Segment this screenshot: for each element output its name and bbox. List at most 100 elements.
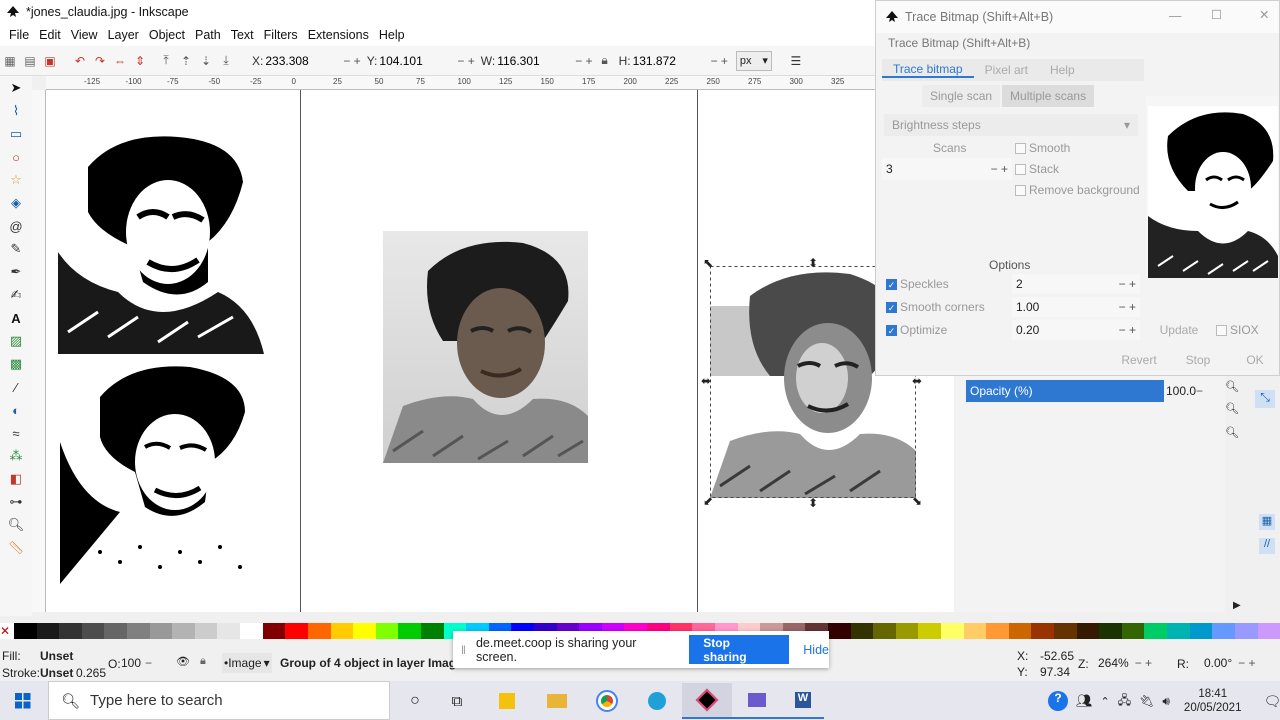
- h-field[interactable]: [630, 50, 709, 71]
- selector-tool-icon[interactable]: ➤: [5, 77, 27, 99]
- selection-handle-w[interactable]: ⬌: [701, 374, 711, 388]
- color-swatch[interactable]: [1234, 623, 1258, 639]
- scans-field[interactable]: 3 − +: [882, 158, 1012, 180]
- tab-trace-bitmap[interactable]: Trace bitmap: [882, 62, 974, 78]
- hide-button[interactable]: Hide: [803, 643, 829, 657]
- stroke-value[interactable]: Unset: [40, 666, 73, 680]
- color-swatch[interactable]: [127, 623, 150, 639]
- inkscape-second-icon[interactable]: [732, 683, 782, 719]
- scans-stepper[interactable]: − +: [991, 162, 1008, 176]
- w-field[interactable]: [495, 50, 574, 71]
- eye-icon[interactable]: 👁︎: [176, 655, 190, 668]
- paint-bucket-tool-icon[interactable]: ◐: [5, 399, 27, 421]
- node-tool-icon[interactable]: ⌇: [5, 100, 27, 122]
- lock-icon[interactable]: 🔒︎: [595, 51, 615, 71]
- flip-horizontal-icon[interactable]: ⇔: [110, 51, 130, 71]
- smooth-corners-check[interactable]: ✓: [886, 301, 897, 313]
- color-swatch[interactable]: [14, 623, 37, 639]
- tab-help[interactable]: Help: [1039, 63, 1086, 77]
- rectangle-tool-icon[interactable]: ▭: [5, 123, 27, 145]
- connector-tool-icon[interactable]: ⊶: [5, 491, 27, 513]
- color-swatch[interactable]: [827, 623, 851, 639]
- spray-tool-icon[interactable]: ⁂: [5, 445, 27, 467]
- multiple-scans-button[interactable]: Multiple scans: [1002, 85, 1095, 107]
- color-swatch[interactable]: [1212, 623, 1235, 639]
- snap-toggle-icon[interactable]: ⤡: [1255, 390, 1275, 408]
- color-swatch[interactable]: [940, 623, 964, 639]
- update-button[interactable]: Update: [1152, 318, 1206, 342]
- color-swatch[interactable]: [1189, 623, 1213, 639]
- maximize-icon[interactable]: ☐: [1211, 7, 1222, 22]
- zoom-drawing-icon[interactable]: 🔍︎: [1225, 402, 1239, 415]
- snap-grid-icon[interactable]: ▦: [1259, 514, 1275, 530]
- volume-icon[interactable]: 🔊︎: [1162, 694, 1170, 709]
- color-swatch[interactable]: [1099, 623, 1122, 639]
- speckles-field[interactable]: 2 − +: [1012, 274, 1140, 294]
- stop-button[interactable]: Stop: [1172, 348, 1224, 372]
- zoom-field[interactable]: 264% − +: [1098, 653, 1168, 673]
- horizontal-ruler[interactable]: -125 -100 -75 -50 -25 0 25 50 75 100 125 150 175 200 2…: [46, 76, 876, 90]
- y-field[interactable]: [377, 50, 456, 71]
- menu-filters[interactable]: Filters: [259, 28, 303, 42]
- optimize-stepper[interactable]: − +: [1119, 323, 1136, 337]
- scroll-right-icon[interactable]: ▶: [1233, 600, 1241, 611]
- color-swatch[interactable]: [986, 623, 1009, 639]
- snap-guide-icon[interactable]: //: [1259, 538, 1275, 554]
- rotate-stepper[interactable]: − +: [1238, 656, 1255, 670]
- remove-background-checkbox[interactable]: Remove background: [1015, 183, 1140, 197]
- gradient-tool-icon[interactable]: ▨: [5, 330, 27, 352]
- color-swatch[interactable]: [850, 623, 874, 639]
- color-swatch[interactable]: [1121, 623, 1145, 639]
- 3d-box-tool-icon[interactable]: ◈: [5, 192, 27, 214]
- w-stepper[interactable]: − +: [575, 54, 592, 68]
- color-swatch[interactable]: [353, 623, 376, 639]
- toolbar-overflow-icon[interactable]: ☰: [786, 51, 806, 71]
- menu-text[interactable]: Text: [226, 28, 259, 42]
- color-swatch[interactable]: [1031, 623, 1055, 639]
- rotate-field[interactable]: 0.00° − +: [1204, 653, 1276, 673]
- raise-icon[interactable]: ⇡: [176, 51, 196, 71]
- selection-handle-n[interactable]: ⬍: [808, 256, 818, 270]
- selection-handle-sw[interactable]: ⬋: [703, 494, 713, 508]
- traced-portrait-bottom[interactable]: [60, 362, 266, 584]
- star-tool-icon[interactable]: ☆: [5, 169, 27, 191]
- menu-file[interactable]: File: [4, 28, 34, 42]
- y-stepper[interactable]: − +: [457, 54, 474, 68]
- drag-handle-icon[interactable]: ‖: [461, 643, 466, 657]
- deselect-icon[interactable]: ▣: [40, 51, 60, 71]
- color-swatch[interactable]: [1167, 623, 1190, 639]
- help-icon[interactable]: ?: [1048, 691, 1068, 711]
- flip-vertical-icon[interactable]: ⇕: [130, 51, 150, 71]
- selection-handle-se[interactable]: ⬊: [912, 494, 922, 508]
- color-swatch[interactable]: [1076, 623, 1100, 639]
- original-photo[interactable]: [383, 231, 588, 463]
- dialog-titlebar[interactable]: Trace Bitmap (Shift+Alt+B) — ☐ ✕: [876, 1, 1279, 33]
- word-icon[interactable]: W: [782, 683, 824, 719]
- eraser-tool-icon[interactable]: ◧: [5, 468, 27, 490]
- menu-view[interactable]: View: [66, 28, 103, 42]
- layer-select[interactable]: •Image ▾: [222, 653, 272, 673]
- lower-icon[interactable]: ⇣: [196, 51, 216, 71]
- color-swatch[interactable]: [194, 623, 218, 639]
- color-swatch[interactable]: [172, 623, 195, 639]
- menu-path[interactable]: Path: [190, 28, 226, 42]
- vertical-ruler[interactable]: [32, 90, 46, 612]
- pencil-tool-icon[interactable]: ✎: [5, 238, 27, 260]
- tweak-tool-icon[interactable]: ≈: [5, 422, 27, 444]
- rotate-ccw-icon[interactable]: ↶: [70, 51, 90, 71]
- zoom-selection-icon[interactable]: 🔍︎: [1225, 380, 1239, 393]
- selection-handle-nw[interactable]: ⬉: [703, 256, 713, 270]
- zoom-stepper[interactable]: − +: [1135, 656, 1152, 670]
- color-swatch[interactable]: [285, 623, 308, 639]
- color-swatch[interactable]: [104, 623, 128, 639]
- smooth-corners-field[interactable]: 1.00 − +: [1012, 297, 1140, 317]
- select-all-icon[interactable]: ▦: [0, 51, 20, 71]
- raise-to-top-icon[interactable]: ⤒: [156, 51, 176, 71]
- color-swatch[interactable]: [873, 623, 896, 639]
- rotate-cw-icon[interactable]: ↷: [90, 51, 110, 71]
- optimize-check[interactable]: ✓: [886, 324, 897, 336]
- task-view-icon[interactable]: ⧉: [432, 683, 482, 719]
- menu-help[interactable]: Help: [374, 28, 410, 42]
- color-swatch[interactable]: [398, 623, 421, 639]
- menu-layer[interactable]: Layer: [103, 28, 144, 42]
